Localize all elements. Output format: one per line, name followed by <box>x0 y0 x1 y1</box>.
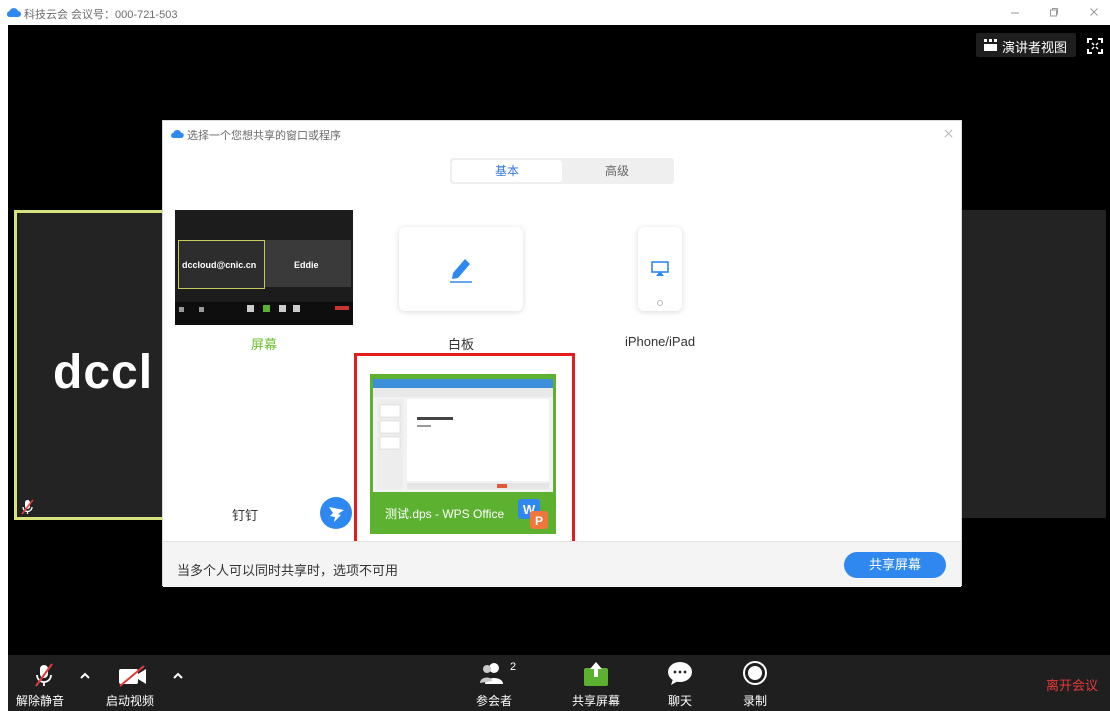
dialog-footer: 当多个人可以同时共享时，选项不可用 共享屏幕 <box>163 541 961 587</box>
screen-thumb-toolbar-icons <box>179 305 349 312</box>
wps-window-preview <box>373 379 553 489</box>
share-option-iphone-label: iPhone/iPad <box>624 334 696 349</box>
dialog-close-button[interactable] <box>939 125 957 143</box>
share-option-screen[interactable]: dccloud@cnic.cn Eddie <box>175 210 353 325</box>
title-bar: 科技云会 会议号：000-721-503 <box>0 0 1110 25</box>
screen-thumb-name: Eddie <box>294 260 319 270</box>
share-screen-toolbar-button[interactable]: 共享屏幕 <box>568 659 624 709</box>
chat-button[interactable]: 聊天 <box>664 659 696 709</box>
muted-mic-icon <box>21 499 34 515</box>
meeting-toolbar: 解除静音 启动视频 2 参会者 共享屏幕 聊天 录制 离开会议 <box>8 655 1110 711</box>
share-dialog: 选择一个您想共享的窗口或程序 基本 高级 dccloud@cnic.cn Edd… <box>162 120 962 587</box>
participants-button[interactable]: 2 参会者 <box>472 659 516 709</box>
wps-logo-icon: W P <box>518 499 548 529</box>
speaker-view-icon <box>984 39 997 51</box>
minimize-icon <box>1011 12 1019 14</box>
muted-mic-icon <box>35 663 53 687</box>
window-title: 科技云会 会议号：000-721-503 <box>24 9 178 21</box>
screen-thumb-name: dccloud@cnic.cn <box>182 260 257 270</box>
start-video-label: 启动视频 <box>106 694 155 708</box>
share-option-wps-window[interactable]: 测试.dps - WPS Office W P <box>370 374 556 534</box>
dingtalk-wing-icon <box>329 507 344 522</box>
airplay-icon <box>651 261 669 276</box>
participant-tile <box>962 210 1106 518</box>
close-icon <box>1090 8 1098 16</box>
share-screen-icon <box>584 662 608 686</box>
share-option-whiteboard[interactable] <box>399 227 523 311</box>
wps-window-thumbnail <box>373 379 553 492</box>
participant-tile-name: dccl <box>53 346 154 399</box>
tab-basic[interactable]: 基本 <box>452 160 562 182</box>
chevron-up-icon[interactable] <box>78 669 92 683</box>
start-video-button[interactable]: 启动视频 <box>104 659 160 709</box>
share-mode-tabs: 基本 高级 <box>450 158 674 184</box>
close-window-button[interactable] <box>1079 3 1109 23</box>
svg-text:P: P <box>535 514 543 528</box>
record-icon <box>743 661 767 685</box>
unmute-label: 解除静音 <box>16 694 65 708</box>
record-label: 录制 <box>743 694 768 708</box>
share-screen-button[interactable]: 共享屏幕 <box>844 552 946 578</box>
participants-label: 参会者 <box>476 694 513 708</box>
leave-meeting-button[interactable]: 离开会议 <box>1046 675 1098 694</box>
cloud-logo-icon <box>171 129 184 138</box>
participant-count: 2 <box>510 661 517 673</box>
unmute-button[interactable]: 解除静音 <box>14 659 70 709</box>
home-button-icon <box>657 300 663 306</box>
speaker-view-label: 演讲者视图 <box>1002 40 1068 55</box>
participants-icon <box>480 663 503 684</box>
restore-button[interactable] <box>1039 3 1069 23</box>
screen-thumb-toolbar <box>175 302 353 325</box>
speaker-view-button[interactable]: 演讲者视图 <box>976 33 1076 57</box>
share-screen-label: 共享屏幕 <box>572 694 621 708</box>
share-option-iphone[interactable] <box>638 227 682 311</box>
chat-icon <box>668 662 692 685</box>
wps-window-title: 测试.dps - WPS Office <box>385 507 505 521</box>
minimize-button[interactable] <box>1000 3 1030 23</box>
dingtalk-logo-icon[interactable] <box>320 497 352 529</box>
tab-advanced[interactable]: 高级 <box>562 160 672 182</box>
restore-icon <box>1050 8 1058 17</box>
share-option-whiteboard-label: 白板 <box>447 337 474 352</box>
chat-label: 聊天 <box>668 694 693 708</box>
close-icon <box>944 129 952 138</box>
footer-note: 当多个人可以同时共享时，选项不可用 <box>177 563 399 578</box>
share-option-dingtalk-label: 钉钉 <box>231 508 258 523</box>
video-off-icon <box>119 665 146 687</box>
share-option-screen-label: 屏幕 <box>250 337 277 352</box>
record-button[interactable]: 录制 <box>740 659 772 709</box>
cloud-logo-icon <box>6 8 21 17</box>
participant-tile-active: dccl <box>14 210 166 520</box>
pen-icon <box>450 259 472 283</box>
fullscreen-icon[interactable] <box>1086 37 1104 55</box>
chevron-up-icon[interactable] <box>171 669 185 683</box>
dialog-title: 选择一个您想共享的窗口或程序 <box>187 130 341 142</box>
